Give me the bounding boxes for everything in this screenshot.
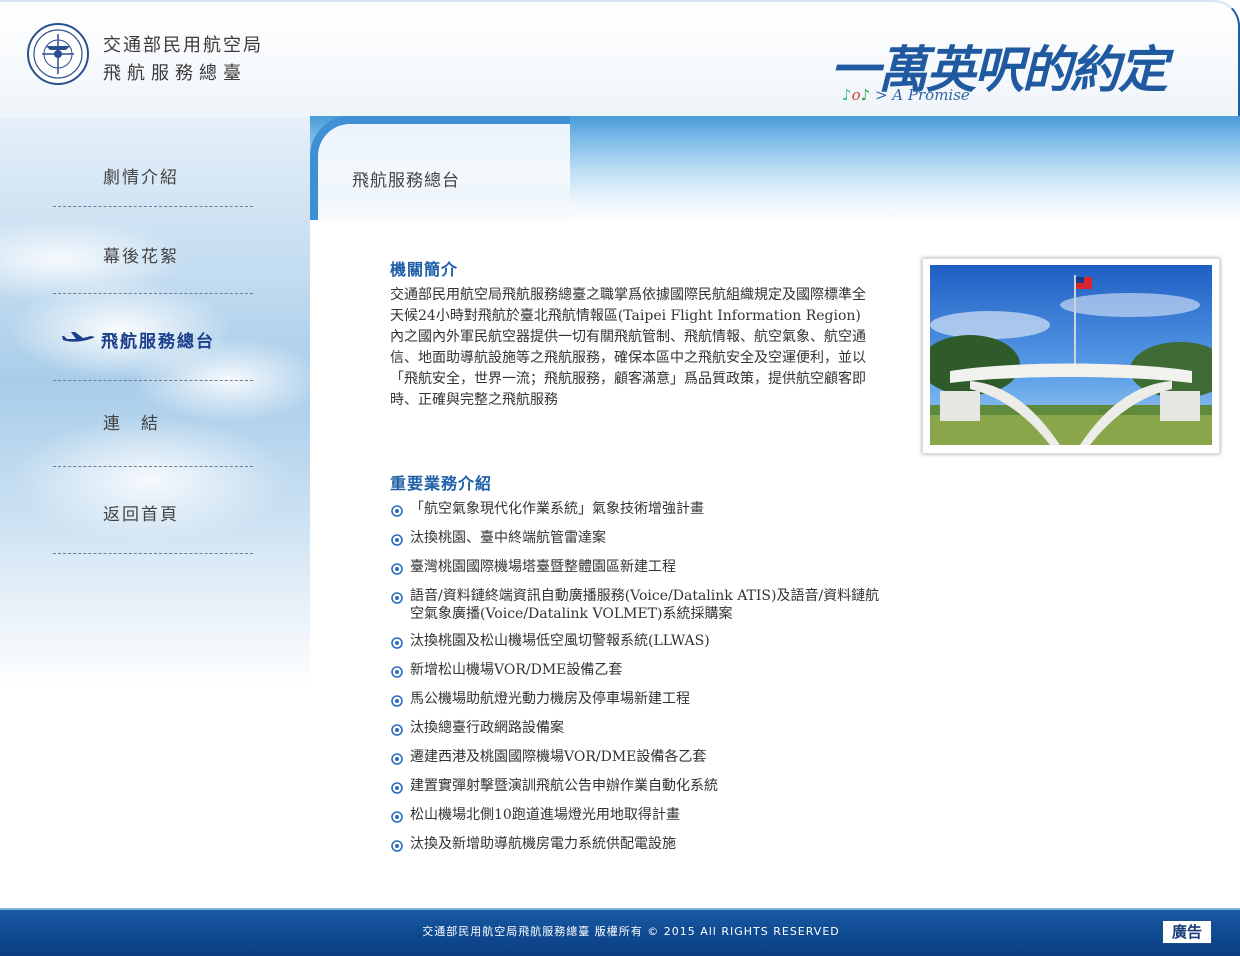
list-item-text: 汰換總臺行政網路設備案: [410, 720, 564, 736]
banner-subtitle: > A Promise: [874, 86, 970, 104]
org-name-line1: 交通部民用航空局: [103, 35, 263, 56]
list-item-text: 「航空氣象現代化作業系統」氣象技術增強計畫: [410, 501, 704, 517]
section-title: 飛航服務總台: [352, 171, 460, 191]
list-item[interactable]: 語音/資料鏈終端資訊自動廣播服務(Voice/Datalink ATIS)及語音…: [390, 587, 890, 623]
music-circle-icon: o: [851, 86, 861, 104]
banner-subtitle-wrap: ♪o♪ > A Promise: [842, 86, 970, 104]
list-item-text: 松山機場北側10跑道進場燈光用地取得計畫: [410, 807, 680, 823]
airplane-icon: [62, 332, 95, 342]
list-item[interactable]: 馬公機場助航燈光動力機房及停車場新建工程: [390, 690, 890, 708]
nav-item-story[interactable]: 劇情介紹: [53, 120, 253, 207]
nav-item-behind-scenes[interactable]: 幕後花絮: [53, 207, 253, 294]
nav-item-label: 返回首頁: [103, 505, 179, 525]
bullet-circle-icon: [391, 695, 403, 707]
list-item[interactable]: 「航空氣象現代化作業系統」氣象技術增強計畫: [390, 500, 890, 518]
business-heading: 重要業務介紹: [390, 476, 493, 493]
bullet-circle-icon: [391, 505, 403, 517]
copyright-text: 交通部民用航空局飛航服務總臺 版權所有 © 2015 All RIGHTS RE…: [422, 925, 840, 938]
list-item[interactable]: 新增松山機場VOR/DME設備乙套: [390, 661, 890, 679]
bullet-circle-icon: [391, 592, 403, 604]
list-item[interactable]: 汰換及新增助導航機房電力系統供配電設施: [390, 835, 890, 853]
nav-item-label: 飛航服務總台: [101, 332, 215, 352]
list-item-text: 汰換及新增助導航機房電力系統供配電設施: [410, 836, 676, 852]
intro-text: 交通部民用航空局飛航服務總臺之職掌爲依據國際民航組織規定及國際標準全天候24小時…: [390, 287, 866, 408]
list-item[interactable]: 建置實彈射擊暨演訓飛航公告申辦作業自動化系統: [390, 777, 890, 795]
nav-item-label: 連 結: [103, 414, 160, 434]
bullet-circle-icon: [391, 534, 403, 546]
list-item-text: 語音/資料鏈終端資訊自動廣播服務(Voice/Datalink ATIS)及語音…: [410, 588, 880, 622]
bullet-circle-icon: [391, 753, 403, 765]
list-item[interactable]: 松山機場北側10跑道進場燈光用地取得計畫: [390, 806, 890, 824]
list-item-text: 新增松山機場VOR/DME設備乙套: [410, 662, 623, 678]
list-item[interactable]: 臺灣桃園國際機場塔臺暨整體園區新建工程: [390, 558, 890, 576]
list-item[interactable]: 遷建西港及桃園國際機場VOR/DME設備各乙套: [390, 748, 890, 766]
nav-item-ans[interactable]: 飛航服務總台: [53, 294, 253, 381]
list-item-text: 汰換桃園、臺中終端航管雷達案: [410, 530, 606, 546]
bullet-circle-icon: [391, 637, 403, 649]
nav-item-label: 幕後花絮: [103, 247, 179, 267]
bullet-circle-icon: [391, 840, 403, 852]
nav-item-links[interactable]: 連 結: [53, 380, 253, 467]
list-item-text: 汰換桃園及松山機場低空風切警報系統(LLWAS): [410, 633, 710, 649]
music-clef-icon: ♪: [860, 86, 871, 104]
bullet-circle-icon: [391, 563, 403, 575]
bullet-circle-icon: [391, 724, 403, 736]
ad-button[interactable]: 廣告: [1162, 920, 1212, 944]
list-item[interactable]: 汰換總臺行政網路設備案: [390, 719, 890, 737]
list-item-text: 臺灣桃園國際機場塔臺暨整體園區新建工程: [410, 559, 676, 575]
bullet-circle-icon: [391, 782, 403, 794]
headquarters-photo: [930, 265, 1212, 445]
org-name-line2: 飛航服務總臺: [103, 63, 247, 84]
music-note-icon: ♪: [842, 86, 852, 104]
footer: 交通部民用航空局飛航服務總臺 版權所有 © 2015 All RIGHTS RE…: [0, 908, 1240, 956]
bullet-circle-icon: [391, 666, 403, 678]
nav-item-home[interactable]: 返回首頁: [53, 467, 253, 554]
list-item-text: 遷建西港及桃園國際機場VOR/DME設備各乙套: [410, 749, 707, 765]
nav-item-label: 劇情介紹: [103, 168, 179, 188]
header: 交通部民用航空局 飛航服務總臺 一萬英呎的約定 ♪o♪ > A Promise: [0, 0, 1240, 118]
business-list: 「航空氣象現代化作業系統」氣象技術增強計畫 汰換桃園、臺中終端航管雷達案 臺灣桃…: [390, 500, 890, 853]
list-item[interactable]: 汰換桃園及松山機場低空風切警報系統(LLWAS): [390, 632, 890, 650]
agency-logo-icon[interactable]: [26, 22, 90, 86]
list-item-text: 建置實彈射擊暨演訓飛航公告申辦作業自動化系統: [410, 778, 718, 794]
list-item[interactable]: 汰換桃園、臺中終端航管雷達案: [390, 529, 890, 547]
list-item-text: 馬公機場助航燈光動力機房及停車場新建工程: [410, 691, 690, 707]
bullet-circle-icon: [391, 811, 403, 823]
intro-heading: 機關簡介: [390, 262, 459, 279]
photo-frame: [922, 258, 1220, 454]
